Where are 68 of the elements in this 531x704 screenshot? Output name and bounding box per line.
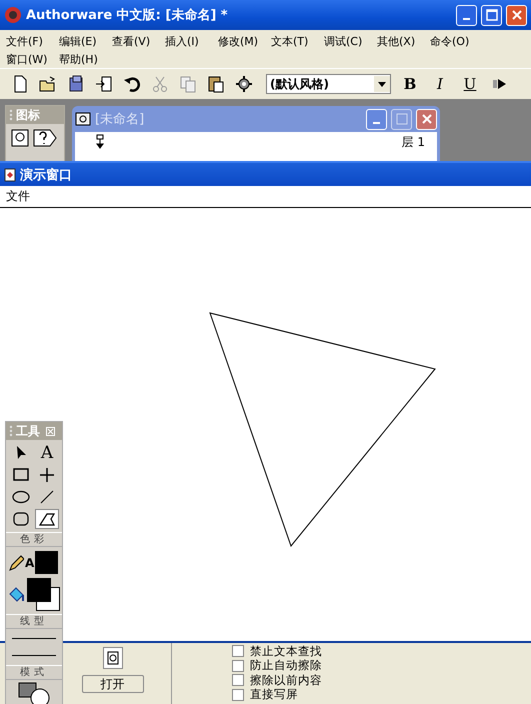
menu-item[interactable]: 窗口(W) [4,50,57,68]
paste-icon[interactable] [206,74,226,94]
straight-line-icon [37,466,57,484]
minimize-icon [373,122,380,124]
pencil-icon[interactable] [8,554,24,572]
question-icon[interactable] [33,128,57,148]
section-label: 线型 [6,614,62,629]
ellipse-icon [11,488,31,506]
checkbox[interactable] [232,660,244,672]
display-icon[interactable] [10,128,30,148]
palette-title: 工具 [16,422,40,440]
flowline-window-title: [未命名] [95,111,146,128]
menu-item[interactable]: 文件 [6,188,30,206]
line-color-swatch[interactable] [35,551,58,574]
menu-item[interactable]: 查看(V) [110,32,163,50]
menu-item[interactable]: 其他(X) [375,32,428,50]
menu-item[interactable]: 修改(M) [216,32,269,50]
format-button[interactable]: B [399,75,421,93]
close-icon [510,9,522,21]
menu-item[interactable]: 编辑(E) [57,32,110,50]
style-dropdown[interactable]: (默认风格) [266,74,391,94]
mode-icon[interactable] [18,682,52,704]
minimize-icon [463,18,470,20]
window-title: Authorware 中文版: [未命名] * [26,6,229,24]
minimize-button[interactable] [366,108,387,130]
open-button[interactable]: 打开 [82,675,144,693]
menu-item[interactable]: 插入(I) [163,32,216,50]
checkbox-label: 直接写屏 [250,687,298,702]
checkbox-label: 擦除以前内容 [250,672,322,688]
palette-title: 图标 [16,106,40,124]
presentation-icon [4,168,16,182]
layer-label: 层 1 [402,134,425,151]
maximize-icon [486,9,498,21]
rectangle-icon [11,466,31,484]
menu-item[interactable]: 文件(F) [4,32,57,50]
close-button[interactable] [416,108,437,130]
format-button[interactable]: U [459,75,481,93]
checkbox-label: 防止自动擦除 [250,658,322,674]
checkbox[interactable] [232,645,244,658]
section-label: 色彩 [6,532,62,547]
import-icon[interactable] [94,74,114,94]
polygon-tool[interactable] [35,509,59,529]
format-button[interactable]: I [429,75,451,93]
maximize-button[interactable] [481,4,502,26]
dropdown-arrow-icon [378,82,386,86]
minimize-button[interactable] [456,4,477,26]
checkbox[interactable] [232,674,244,686]
grip-icon [9,109,13,121]
text-tool[interactable]: A [35,443,59,463]
display-icon [102,647,122,669]
presentation-window-title: 演示窗口 [20,166,72,184]
line-color-label: A [25,556,34,570]
menu-item[interactable]: 文本(T) [269,32,322,50]
section-label: 模式 [6,665,62,680]
grip-icon [9,425,13,437]
close-icon [420,113,432,125]
menu-item[interactable]: 帮助(H) [57,50,110,68]
app-logo-icon [4,6,22,24]
close-button[interactable] [506,4,527,26]
maximize-icon [396,113,408,125]
menu-item[interactable]: 调试(C) [322,32,375,50]
rounded-rectangle-icon [11,510,31,528]
foreground-color-swatch[interactable] [27,578,51,602]
flowline-start-icon [95,134,105,150]
flowline-icon [75,111,91,127]
menu-item[interactable]: 命令(O) [428,32,481,50]
checkbox-label: 禁止文本查找 [250,644,322,659]
checkbox[interactable] [232,688,244,701]
